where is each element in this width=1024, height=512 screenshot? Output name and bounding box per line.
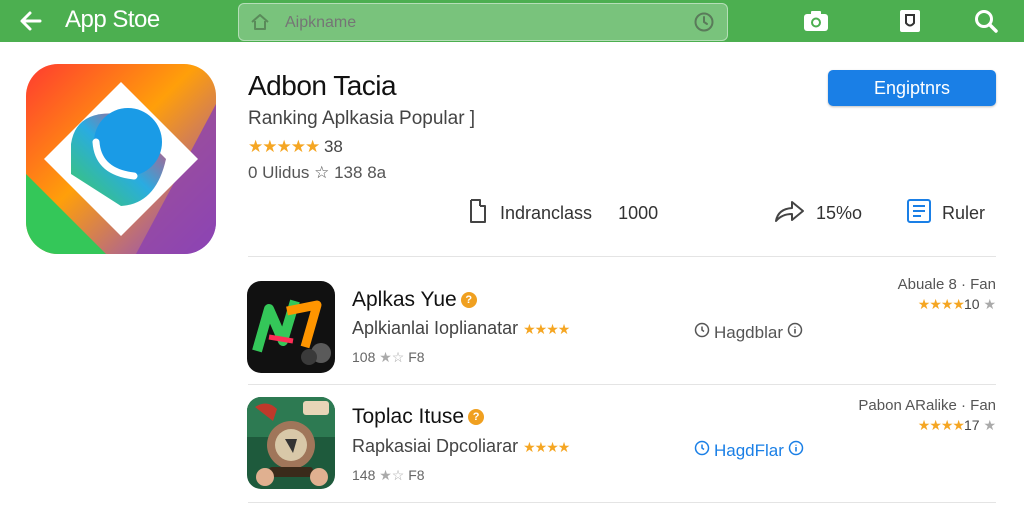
list-item-category: Pabon ARalike · Fan	[858, 397, 996, 414]
desc-stars: ★★★★	[523, 439, 570, 455]
shield-icon[interactable]	[894, 5, 926, 37]
rating-stars: ★★★★	[917, 417, 965, 433]
meta-count: 108	[352, 349, 380, 365]
list-item-rating: ★★★★17 ★	[918, 417, 996, 434]
share-icon	[772, 197, 806, 230]
list-item-category: Abuale 8 · Fan	[897, 276, 996, 293]
list-item-meta: 148 ★☆ F8	[352, 467, 425, 484]
app-bar: App Stoe	[0, 0, 1024, 42]
action-share[interactable]: 15%o	[772, 198, 862, 228]
clock-icon	[694, 322, 710, 343]
install-button[interactable]: Engiptnrs	[828, 70, 996, 106]
app-meta: 0 Ulidus ☆ 138 8a	[248, 163, 387, 182]
search-bar[interactable]	[238, 3, 728, 41]
list-item-desc: Rapkasiai Dpcoliarar ★★★★	[352, 436, 570, 457]
verified-badge-icon: ?	[468, 409, 485, 425]
action-label: Ruler	[942, 202, 986, 223]
divider	[248, 384, 996, 385]
info-icon	[788, 440, 804, 461]
desc-stars: ★★★★	[523, 321, 570, 337]
meta-tail: F8	[408, 349, 425, 365]
list-item-title[interactable]: Toplac Ituse ?	[352, 405, 485, 429]
action-label: 15%o	[816, 202, 863, 223]
rating-value: 17	[963, 417, 980, 433]
list-item-title-text: Aplkas Yue	[352, 288, 457, 311]
rating-star-empty: ★	[983, 417, 996, 433]
list-item-desc: Aplkianlai Ioplianatar ★★★★	[352, 318, 570, 339]
list-item-status[interactable]: HagdFlar	[694, 440, 804, 461]
clock-icon	[694, 440, 710, 461]
bookmark-icon	[466, 197, 490, 230]
rating-stars: ★★★★	[917, 296, 965, 312]
action-label: Indranclass	[500, 202, 593, 223]
action-value: 1000	[618, 202, 659, 223]
verified-badge-icon: ?	[460, 292, 477, 308]
meta-tail: F8	[408, 467, 425, 483]
back-arrow-icon[interactable]	[14, 4, 48, 38]
list-icon	[906, 198, 932, 229]
action-list[interactable]: Ruler	[906, 198, 985, 228]
search-icon[interactable]	[970, 5, 1002, 37]
meta-stars: ★☆	[379, 349, 409, 365]
search-input[interactable]	[283, 13, 667, 33]
clock-icon[interactable]	[693, 11, 715, 33]
divider	[248, 502, 996, 503]
list-item-meta: 108 ★☆ F8	[352, 349, 425, 366]
rating-stars: ★★★★★	[248, 137, 320, 156]
list-item-status[interactable]: Hagdblar	[694, 322, 803, 343]
list-item-title-text: Toplac Ituse	[352, 405, 465, 428]
app-icon[interactable]	[26, 64, 216, 254]
app-title: App Stoe	[65, 6, 160, 33]
rating-star-empty: ★	[983, 296, 996, 312]
status-text: HagdFlar	[714, 440, 784, 460]
desc-text: Aplkianlai Ioplianatar	[352, 318, 519, 338]
status-text: Hagdblar	[714, 322, 783, 342]
list-item-icon[interactable]	[247, 281, 335, 373]
desc-text: Rapkasiai Dpcoliarar	[352, 436, 519, 456]
action-wishlist[interactable]: Indranclass 1000	[466, 198, 658, 228]
list-item-title[interactable]: Aplkas Yue ?	[352, 288, 477, 312]
app-rating: ★★★★★ 38	[248, 137, 343, 157]
list-item-icon[interactable]	[247, 397, 335, 489]
list-item-rating: ★★★★10 ★	[918, 296, 996, 313]
meta-count: 148	[352, 467, 380, 483]
rating-value: 10	[963, 296, 980, 312]
app-name: Adbon Tacia	[248, 70, 397, 101]
meta-stars: ★☆	[379, 467, 409, 483]
rating-value: 38	[323, 137, 343, 156]
home-icon[interactable]	[249, 11, 271, 33]
divider	[248, 256, 996, 257]
info-icon	[787, 322, 803, 343]
app-subtitle: Ranking Aplkasia Popular ]	[248, 108, 476, 129]
camera-icon[interactable]	[800, 5, 832, 37]
